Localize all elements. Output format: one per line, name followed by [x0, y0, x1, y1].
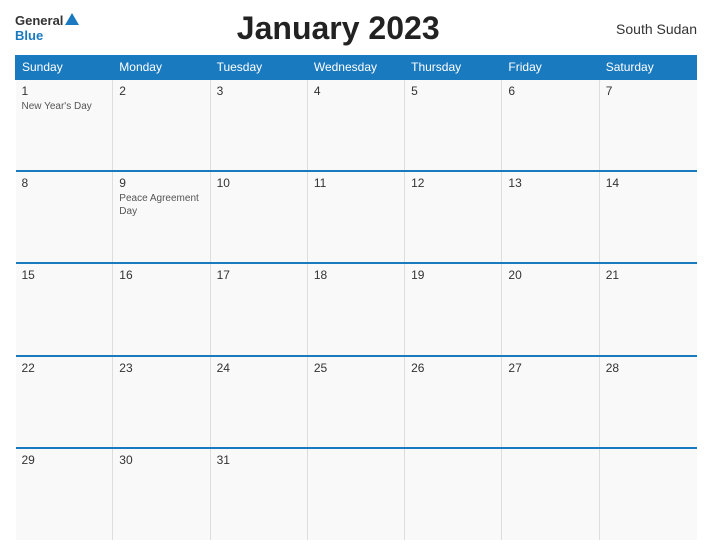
- day-number: 25: [314, 361, 398, 375]
- day-number: 4: [314, 84, 398, 98]
- calendar-header: General Blue January 2023 South Sudan: [15, 10, 697, 47]
- day-number: 22: [22, 361, 107, 375]
- day-of-week-header: Friday: [502, 56, 599, 80]
- calendar-day-cell: 26: [405, 356, 502, 448]
- day-number: 20: [508, 268, 592, 282]
- calendar-day-cell: 25: [307, 356, 404, 448]
- day-of-week-header: Monday: [113, 56, 210, 80]
- logo-blue-text: Blue: [15, 28, 43, 43]
- day-number: 9: [119, 176, 203, 190]
- calendar-table: SundayMondayTuesdayWednesdayThursdayFrid…: [15, 55, 697, 540]
- day-number: 23: [119, 361, 203, 375]
- day-number: 2: [119, 84, 203, 98]
- day-number: 27: [508, 361, 592, 375]
- logo-triangle-icon: [65, 13, 79, 25]
- calendar-day-cell: 5: [405, 79, 502, 171]
- calendar-day-cell: 10: [210, 171, 307, 263]
- calendar-day-cell: 2: [113, 79, 210, 171]
- day-number: 12: [411, 176, 495, 190]
- calendar-day-cell: 13: [502, 171, 599, 263]
- calendar-day-cell: 31: [210, 448, 307, 540]
- day-of-week-header: Wednesday: [307, 56, 404, 80]
- holiday-name: New Year's Day: [22, 100, 107, 113]
- country-name: South Sudan: [597, 21, 697, 37]
- calendar-day-cell: 15: [16, 263, 113, 355]
- calendar-day-cell: 23: [113, 356, 210, 448]
- day-number: 26: [411, 361, 495, 375]
- calendar-day-cell: 12: [405, 171, 502, 263]
- holiday-name: Peace Agreement Day: [119, 192, 203, 218]
- calendar-day-cell: 11: [307, 171, 404, 263]
- day-number: 8: [22, 176, 107, 190]
- calendar-day-cell: [599, 448, 696, 540]
- day-number: 17: [217, 268, 301, 282]
- calendar-day-cell: 1 New Year's Day: [16, 79, 113, 171]
- calendar-day-cell: [502, 448, 599, 540]
- logo: General Blue: [15, 13, 79, 45]
- calendar-day-cell: [405, 448, 502, 540]
- calendar-week-row: 1 New Year's Day 234567: [16, 79, 697, 171]
- day-number: 13: [508, 176, 592, 190]
- calendar-day-cell: 7: [599, 79, 696, 171]
- calendar-title: January 2023: [79, 10, 597, 47]
- calendar-day-cell: 17: [210, 263, 307, 355]
- calendar-day-cell: 29: [16, 448, 113, 540]
- calendar-day-cell: 24: [210, 356, 307, 448]
- day-of-week-header: Sunday: [16, 56, 113, 80]
- day-number: 11: [314, 176, 398, 190]
- calendar-day-cell: 4: [307, 79, 404, 171]
- calendar-week-row: 15 16 17 18 19 20 21: [16, 263, 697, 355]
- calendar-week-row: 22 23 24 25 26 27 28: [16, 356, 697, 448]
- day-of-week-header: Saturday: [599, 56, 696, 80]
- calendar-page: General Blue January 2023 South Sudan Su…: [0, 0, 712, 550]
- day-number: 29: [22, 453, 107, 467]
- calendar-week-row: 89 Peace Agreement Day 10 11 12 13 14: [16, 171, 697, 263]
- day-number: 3: [217, 84, 301, 98]
- calendar-day-cell: 22: [16, 356, 113, 448]
- calendar-header-row: SundayMondayTuesdayWednesdayThursdayFrid…: [16, 56, 697, 80]
- day-number: 18: [314, 268, 398, 282]
- day-number: 10: [217, 176, 301, 190]
- calendar-day-cell: 9 Peace Agreement Day: [113, 171, 210, 263]
- calendar-day-cell: 6: [502, 79, 599, 171]
- day-number: 7: [606, 84, 691, 98]
- calendar-day-cell: 8: [16, 171, 113, 263]
- day-of-week-header: Tuesday: [210, 56, 307, 80]
- day-number: 5: [411, 84, 495, 98]
- calendar-day-cell: 28: [599, 356, 696, 448]
- day-number: 24: [217, 361, 301, 375]
- calendar-day-cell: 20: [502, 263, 599, 355]
- day-number: 14: [606, 176, 691, 190]
- calendar-day-cell: 30: [113, 448, 210, 540]
- day-number: 30: [119, 453, 203, 467]
- calendar-day-cell: 18: [307, 263, 404, 355]
- day-number: 28: [606, 361, 691, 375]
- day-number: 19: [411, 268, 495, 282]
- calendar-day-cell: [307, 448, 404, 540]
- calendar-day-cell: 16: [113, 263, 210, 355]
- calendar-day-cell: 21: [599, 263, 696, 355]
- day-number: 21: [606, 268, 691, 282]
- day-of-week-header: Thursday: [405, 56, 502, 80]
- day-number: 31: [217, 453, 301, 467]
- day-number: 15: [22, 268, 107, 282]
- day-number: 16: [119, 268, 203, 282]
- day-number: 1: [22, 84, 107, 98]
- day-number: 6: [508, 84, 592, 98]
- calendar-day-cell: 19: [405, 263, 502, 355]
- calendar-week-row: 29 30 31: [16, 448, 697, 540]
- calendar-day-cell: 3: [210, 79, 307, 171]
- logo-general-text: General: [15, 13, 63, 29]
- calendar-day-cell: 27: [502, 356, 599, 448]
- calendar-day-cell: 14: [599, 171, 696, 263]
